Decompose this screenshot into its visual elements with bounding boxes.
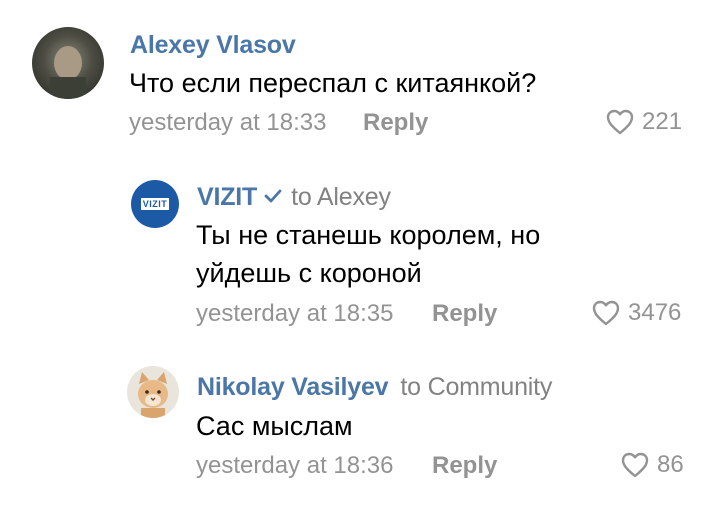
heart-icon [606, 109, 634, 135]
like-button[interactable]: 221 [606, 108, 682, 136]
author-name[interactable]: Nikolay Vasilyev to Community [197, 373, 552, 402]
author-name-label[interactable]: VIZIT [197, 183, 257, 211]
author-name-label[interactable]: Alexey Vlasov [130, 31, 296, 59]
comment-text: Что если переспал с китаянкой? [129, 64, 536, 102]
author-name[interactable]: VIZIT to Alexey [197, 183, 391, 212]
user-photo-icon [50, 46, 86, 99]
comment-vizit: VIZIT VIZIT to Alexey Ты не станешь корол… [0, 160, 720, 350]
comment-text: Сас мыслам [196, 407, 353, 445]
reply-button[interactable]: Reply [432, 300, 497, 328]
comment-text-line: Сас мыслам [196, 411, 353, 441]
like-button[interactable]: 86 [621, 451, 684, 479]
comments-thread: Alexey Vlasov Что если переспал с китаян… [0, 0, 720, 509]
comment-alexey: Alexey Vlasov Что если переспал с китаян… [0, 0, 720, 160]
vizit-logo-text: VIZIT [142, 199, 168, 209]
reply-button[interactable]: Reply [432, 452, 497, 480]
comment-text-line: Ты не станешь королем, но [196, 220, 541, 250]
heart-icon [592, 300, 620, 326]
heart-icon [621, 452, 649, 478]
like-count: 221 [642, 108, 683, 135]
like-button[interactable]: 3476 [592, 299, 681, 327]
author-name[interactable]: Alexey Vlasov [130, 31, 296, 60]
author-name-label[interactable]: Nikolay Vasilyev [197, 373, 389, 401]
reply-button[interactable]: Reply [363, 109, 428, 137]
avatar-vizit[interactable]: VIZIT [131, 180, 179, 228]
like-count: 86 [657, 451, 684, 478]
like-count: 3476 [628, 299, 682, 326]
comment-time: yesterday at 18:33 [129, 109, 327, 136]
verified-check-icon [263, 182, 283, 211]
comment-nikolay: Nikolay Vasilyev to Community Сас мыслам … [0, 350, 720, 509]
comment-time: yesterday at 18:35 [196, 300, 394, 327]
reply-to-label[interactable]: to Community [400, 373, 552, 401]
comment-text-line: уйдешь с короной [196, 258, 422, 288]
comment-text-line: Что если переспал с китаянкой? [129, 68, 537, 98]
cat-avatar-icon [138, 372, 168, 418]
comment-time: yesterday at 18:36 [196, 452, 394, 479]
avatar-alexey[interactable] [32, 27, 104, 99]
vizit-logo: VIZIT [140, 198, 170, 210]
reply-to-label[interactable]: to Alexey [291, 183, 391, 211]
avatar-nikolay[interactable] [127, 366, 179, 418]
comment-text: Ты не станешь королем, но уйдешь с корон… [196, 216, 540, 292]
